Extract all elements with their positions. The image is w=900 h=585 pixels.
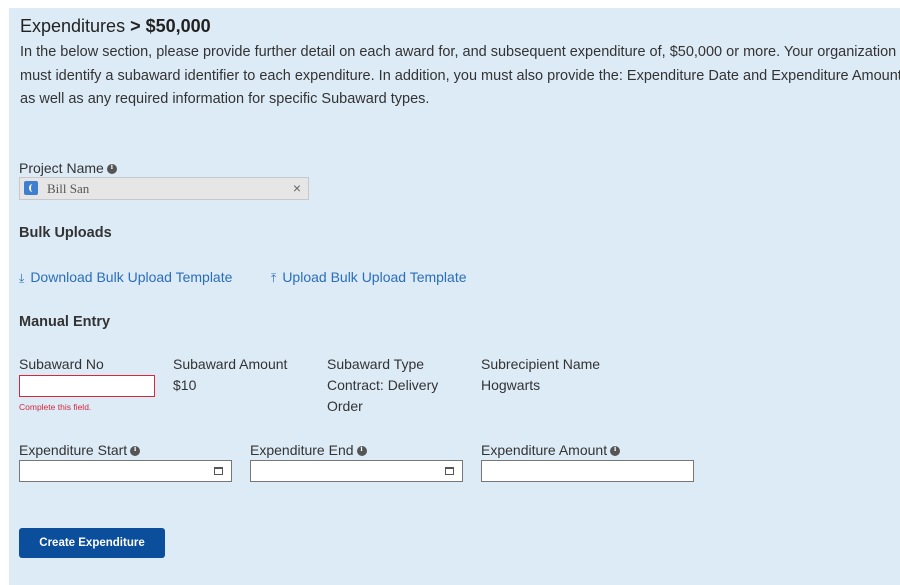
expenditure-amount-label: Expenditure Amount: [481, 442, 621, 458]
upload-template-link[interactable]: ⤒ Upload Bulk Upload Template: [271, 269, 467, 286]
subaward-no-input[interactable]: [19, 375, 155, 397]
project-icon: [24, 181, 38, 195]
calendar-icon[interactable]: [214, 467, 223, 475]
subaward-no-label: Subaward No: [19, 356, 104, 372]
expenditure-end-label-text: Expenditure End: [250, 442, 354, 458]
subaward-no-error: Complete this field.: [19, 402, 92, 412]
download-icon: ⤓: [19, 271, 25, 285]
title-suffix: > $50,000: [130, 16, 211, 36]
project-name-select[interactable]: Bill San ×: [19, 177, 309, 200]
subaward-amount-label: Subaward Amount: [173, 356, 288, 372]
clear-icon[interactable]: ×: [293, 180, 301, 196]
subrecipient-name-label: Subrecipient Name: [481, 356, 601, 372]
create-expenditure-button[interactable]: Create Expenditure: [19, 528, 165, 558]
info-icon[interactable]: [356, 444, 367, 456]
subrecipient-name-value: Hogwarts: [481, 377, 541, 393]
upload-template-label: Upload Bulk Upload Template: [282, 269, 467, 285]
manual-entry-heading: Manual Entry: [19, 314, 111, 330]
download-template-label: Download Bulk Upload Template: [30, 269, 233, 285]
expenditure-end-label: Expenditure End: [250, 442, 367, 458]
project-name-label: Project Name: [19, 160, 117, 176]
expenditure-amount-label-text: Expenditure Amount: [481, 442, 608, 458]
page-title: Expenditures > $50,000: [20, 16, 211, 37]
upload-icon: ⤒: [271, 271, 277, 285]
project-name-label-text: Project Name: [19, 160, 104, 176]
info-icon[interactable]: [610, 444, 621, 456]
project-name-value: Bill San: [47, 181, 90, 196]
expenditure-start-input[interactable]: [19, 460, 232, 482]
expenditure-start-label: Expenditure Start: [19, 442, 141, 458]
expenditure-amount-input[interactable]: [481, 460, 694, 482]
calendar-icon[interactable]: [445, 467, 454, 475]
subaward-amount-value: $10: [173, 377, 197, 393]
bulk-uploads-heading: Bulk Uploads: [19, 225, 112, 241]
expenditure-start-label-text: Expenditure Start: [19, 442, 128, 458]
download-template-link[interactable]: ⤓ Download Bulk Upload Template: [19, 269, 232, 286]
expenditures-panel: Expenditures > $50,000 In the below sect…: [9, 8, 900, 585]
title-prefix: Expenditures: [20, 16, 126, 36]
info-icon[interactable]: [106, 162, 117, 174]
subaward-type-value: Contract: Delivery Order: [327, 377, 439, 414]
info-icon[interactable]: [130, 444, 141, 456]
expenditure-end-input[interactable]: [250, 460, 463, 482]
intro-text: In the below section, please provide fur…: [20, 44, 900, 107]
subaward-type-label: Subaward Type: [327, 356, 425, 372]
